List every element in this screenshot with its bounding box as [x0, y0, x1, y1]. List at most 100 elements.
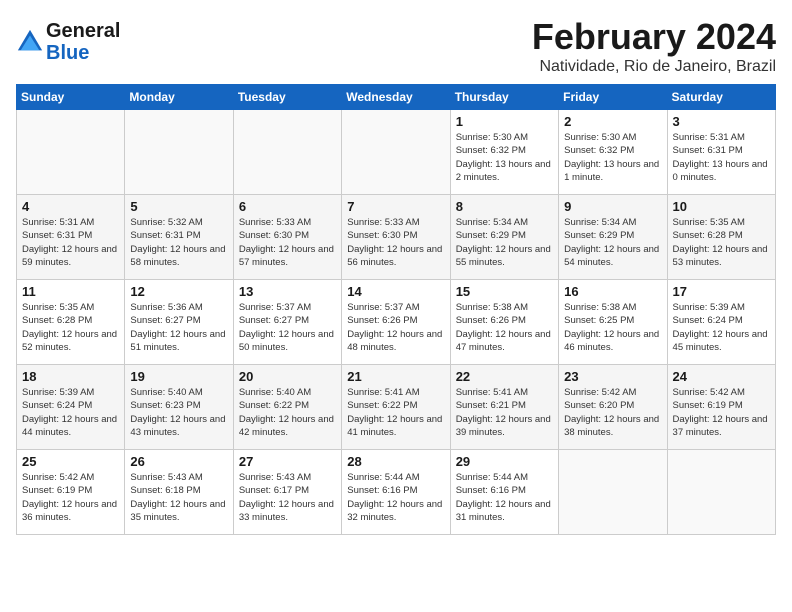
day-number: 1 [456, 114, 553, 129]
day-cell [667, 450, 775, 535]
day-number: 9 [564, 199, 661, 214]
location: Natividade, Rio de Janeiro, Brazil [532, 58, 776, 76]
day-number: 25 [22, 454, 119, 469]
month-title: February 2024 [532, 16, 776, 58]
day-info: Sunrise: 5:37 AMSunset: 6:27 PMDaylight:… [239, 301, 336, 354]
logo: General Blue [16, 20, 120, 64]
day-info: Sunrise: 5:39 AMSunset: 6:24 PMDaylight:… [22, 386, 119, 439]
day-cell: 21Sunrise: 5:41 AMSunset: 6:22 PMDayligh… [342, 365, 450, 450]
day-info: Sunrise: 5:35 AMSunset: 6:28 PMDaylight:… [22, 301, 119, 354]
week-row-4: 18 Sunrise: 5:39 AMSunset: 6:24 PMDayligh… [17, 365, 776, 450]
day-info: Sunrise: 5:43 AMSunset: 6:17 PMDaylight:… [239, 471, 336, 524]
day-cell: 13 Sunrise: 5:37 AMSunset: 6:27 PMDayligh… [233, 280, 341, 365]
day-number: 17 [673, 284, 770, 299]
day-info: Sunrise: 5:39 AMSunset: 6:24 PMDaylight:… [673, 301, 770, 354]
page-header: General Blue February 2024 Natividade, R… [16, 16, 776, 76]
day-info: Sunrise: 5:40 AMSunset: 6:22 PMDaylight:… [239, 386, 336, 439]
day-info: Sunrise: 5:33 AMSunset: 6:30 PMDaylight:… [239, 216, 336, 269]
day-info: Sunrise: 5:38 AMSunset: 6:26 PMDaylight:… [456, 301, 553, 354]
week-row-5: 25 Sunrise: 5:42 AMSunset: 6:19 PMDayligh… [17, 450, 776, 535]
day-info: Sunrise: 5:31 AMSunset: 6:31 PMDaylight:… [673, 131, 770, 184]
day-info: Sunrise: 5:41 AMSunset: 6:22 PMDaylight:… [347, 386, 444, 439]
day-number: 15 [456, 284, 553, 299]
day-cell: 3Sunrise: 5:31 AMSunset: 6:31 PMDaylight… [667, 110, 775, 195]
day-number: 4 [22, 199, 119, 214]
week-row-1: 1 Sunrise: 5:30 AMSunset: 6:32 PMDaylight… [17, 110, 776, 195]
logo-general: General [46, 20, 120, 42]
day-cell: 17 Sunrise: 5:39 AMSunset: 6:24 PMDayligh… [667, 280, 775, 365]
day-info: Sunrise: 5:42 AMSunset: 6:19 PMDaylight:… [673, 386, 770, 439]
day-number: 12 [130, 284, 227, 299]
day-cell: 16 Sunrise: 5:38 AMSunset: 6:25 PMDayligh… [559, 280, 667, 365]
day-cell: 24 Sunrise: 5:42 AMSunset: 6:19 PMDayligh… [667, 365, 775, 450]
day-info: Sunrise: 5:32 AMSunset: 6:31 PMDaylight:… [130, 216, 227, 269]
day-cell: 7 Sunrise: 5:33 AMSunset: 6:30 PMDaylight… [342, 195, 450, 280]
header-day-friday: Friday [559, 85, 667, 110]
logo-icon [16, 28, 44, 56]
day-info: Sunrise: 5:43 AMSunset: 6:18 PMDaylight:… [130, 471, 227, 524]
day-info: Sunrise: 5:34 AMSunset: 6:29 PMDaylight:… [456, 216, 553, 269]
day-number: 7 [347, 199, 444, 214]
title-block: February 2024 Natividade, Rio de Janeiro… [532, 16, 776, 76]
day-cell: 2 Sunrise: 5:30 AMSunset: 6:32 PMDaylight… [559, 110, 667, 195]
day-cell: 12 Sunrise: 5:36 AMSunset: 6:27 PMDayligh… [125, 280, 233, 365]
day-info: Sunrise: 5:40 AMSunset: 6:23 PMDaylight:… [130, 386, 227, 439]
day-info: Sunrise: 5:37 AMSunset: 6:26 PMDaylight:… [347, 301, 444, 354]
day-number: 8 [456, 199, 553, 214]
day-info: Sunrise: 5:42 AMSunset: 6:19 PMDaylight:… [22, 471, 119, 524]
day-number: 23 [564, 369, 661, 384]
day-info: Sunrise: 5:34 AMSunset: 6:29 PMDaylight:… [564, 216, 661, 269]
header-day-wednesday: Wednesday [342, 85, 450, 110]
day-info: Sunrise: 5:44 AMSunset: 6:16 PMDaylight:… [456, 471, 553, 524]
day-number: 24 [673, 369, 770, 384]
day-cell: 28Sunrise: 5:44 AMSunset: 6:16 PMDayligh… [342, 450, 450, 535]
day-cell: 10Sunrise: 5:35 AMSunset: 6:28 PMDayligh… [667, 195, 775, 280]
logo-text: General Blue [46, 20, 120, 64]
day-cell [559, 450, 667, 535]
day-number: 14 [347, 284, 444, 299]
day-cell: 27 Sunrise: 5:43 AMSunset: 6:17 PMDayligh… [233, 450, 341, 535]
day-cell: 23 Sunrise: 5:42 AMSunset: 6:20 PMDayligh… [559, 365, 667, 450]
day-number: 2 [564, 114, 661, 129]
day-info: Sunrise: 5:33 AMSunset: 6:30 PMDaylight:… [347, 216, 444, 269]
day-number: 16 [564, 284, 661, 299]
day-info: Sunrise: 5:41 AMSunset: 6:21 PMDaylight:… [456, 386, 553, 439]
day-cell: 19 Sunrise: 5:40 AMSunset: 6:23 PMDayligh… [125, 365, 233, 450]
day-cell: 14 Sunrise: 5:37 AMSunset: 6:26 PMDayligh… [342, 280, 450, 365]
day-info: Sunrise: 5:30 AMSunset: 6:32 PMDaylight:… [564, 131, 661, 184]
day-cell: 5 Sunrise: 5:32 AMSunset: 6:31 PMDaylight… [125, 195, 233, 280]
header-row: SundayMondayTuesdayWednesdayThursdayFrid… [17, 85, 776, 110]
day-number: 26 [130, 454, 227, 469]
day-cell: 4 Sunrise: 5:31 AMSunset: 6:31 PMDaylight… [17, 195, 125, 280]
day-info: Sunrise: 5:31 AMSunset: 6:31 PMDaylight:… [22, 216, 119, 269]
day-cell: 18 Sunrise: 5:39 AMSunset: 6:24 PMDayligh… [17, 365, 125, 450]
week-row-3: 11Sunrise: 5:35 AMSunset: 6:28 PMDayligh… [17, 280, 776, 365]
day-cell: 15 Sunrise: 5:38 AMSunset: 6:26 PMDayligh… [450, 280, 558, 365]
header-day-monday: Monday [125, 85, 233, 110]
header-day-tuesday: Tuesday [233, 85, 341, 110]
day-number: 27 [239, 454, 336, 469]
day-number: 19 [130, 369, 227, 384]
day-number: 18 [22, 369, 119, 384]
day-info: Sunrise: 5:30 AMSunset: 6:32 PMDaylight:… [456, 131, 553, 184]
day-info: Sunrise: 5:38 AMSunset: 6:25 PMDaylight:… [564, 301, 661, 354]
day-cell: 8 Sunrise: 5:34 AMSunset: 6:29 PMDaylight… [450, 195, 558, 280]
day-number: 22 [456, 369, 553, 384]
day-info: Sunrise: 5:36 AMSunset: 6:27 PMDaylight:… [130, 301, 227, 354]
day-number: 6 [239, 199, 336, 214]
day-cell: 25 Sunrise: 5:42 AMSunset: 6:19 PMDayligh… [17, 450, 125, 535]
day-info: Sunrise: 5:42 AMSunset: 6:20 PMDaylight:… [564, 386, 661, 439]
day-cell [342, 110, 450, 195]
header-day-sunday: Sunday [17, 85, 125, 110]
day-cell [125, 110, 233, 195]
day-number: 28 [347, 454, 444, 469]
day-number: 10 [673, 199, 770, 214]
header-day-thursday: Thursday [450, 85, 558, 110]
day-cell: 11Sunrise: 5:35 AMSunset: 6:28 PMDayligh… [17, 280, 125, 365]
day-number: 13 [239, 284, 336, 299]
day-cell: 20Sunrise: 5:40 AMSunset: 6:22 PMDayligh… [233, 365, 341, 450]
day-cell: 1 Sunrise: 5:30 AMSunset: 6:32 PMDaylight… [450, 110, 558, 195]
day-cell: 6 Sunrise: 5:33 AMSunset: 6:30 PMDaylight… [233, 195, 341, 280]
day-cell: 26 Sunrise: 5:43 AMSunset: 6:18 PMDayligh… [125, 450, 233, 535]
day-number: 5 [130, 199, 227, 214]
